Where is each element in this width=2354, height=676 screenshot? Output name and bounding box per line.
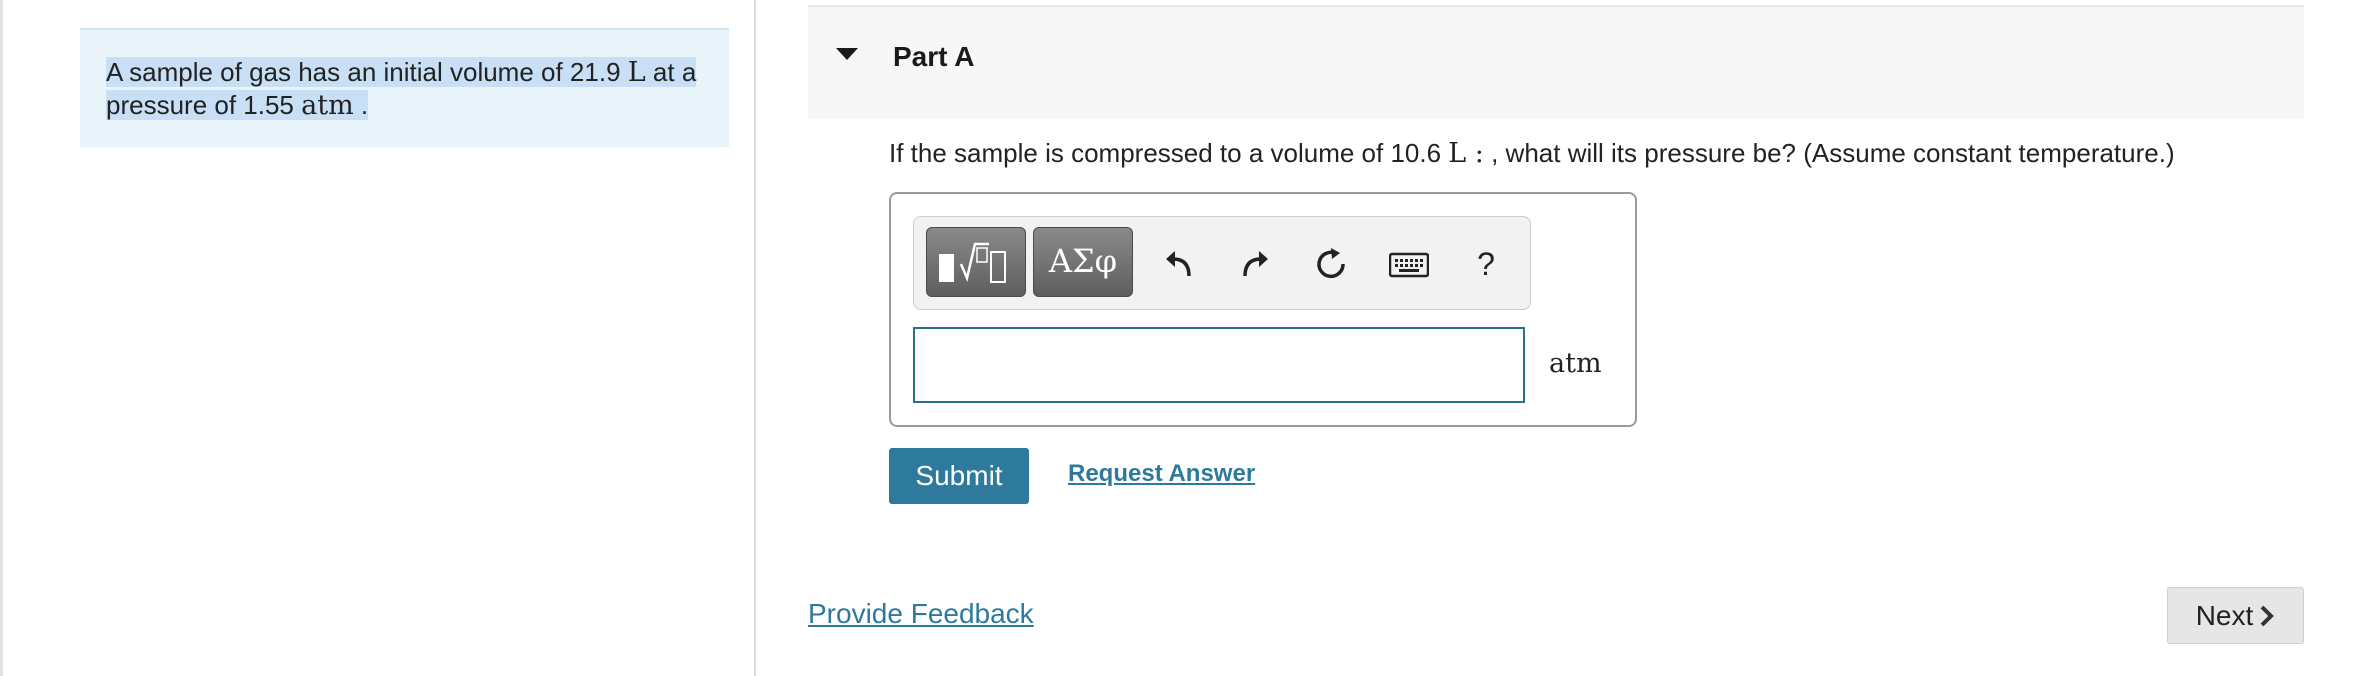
- reset-icon-svg: [1317, 248, 1345, 279]
- redo-icon-svg: [1243, 251, 1268, 277]
- next-button[interactable]: Next: [2167, 587, 2304, 644]
- column-divider: [754, 0, 756, 676]
- provide-feedback-link[interactable]: Provide Feedback: [808, 598, 1034, 630]
- question-unit: L :: [1448, 138, 1484, 169]
- intro-text-part: A sample of gas has an initial volume of…: [106, 57, 628, 87]
- intro-text: A sample of gas has an initial volume of…: [106, 57, 697, 121]
- keyboard-icon[interactable]: [1384, 239, 1434, 289]
- templates-button[interactable]: [926, 227, 1026, 297]
- undo-icon[interactable]: [1154, 239, 1204, 289]
- part-a-header[interactable]: Part A: [808, 5, 2304, 119]
- pressure-unit: atm: [301, 90, 354, 121]
- help-button[interactable]: ?: [1461, 239, 1511, 289]
- volume-unit: L: [627, 57, 646, 88]
- question-part: If the sample is compressed to a volume …: [889, 138, 1449, 168]
- problem-intro: A sample of gas has an initial volume of…: [80, 28, 729, 147]
- question-text: If the sample is compressed to a volume …: [889, 138, 2175, 169]
- intro-text-end: .: [353, 90, 369, 120]
- answer-box: ΑΣφ ? atm: [889, 192, 1637, 427]
- symbols-button[interactable]: ΑΣφ: [1033, 227, 1133, 297]
- part-title: Part A: [893, 41, 975, 72]
- undo-icon-svg: [1166, 251, 1191, 277]
- collapse-caret-icon[interactable]: [836, 48, 858, 60]
- reset-icon[interactable]: [1307, 239, 1357, 289]
- redo-icon[interactable]: [1230, 239, 1280, 289]
- submit-button[interactable]: Submit: [889, 448, 1029, 504]
- request-answer-link[interactable]: Request Answer: [1068, 460, 1255, 488]
- answer-input[interactable]: [913, 327, 1525, 403]
- math-toolbar: ΑΣφ ?: [913, 216, 1531, 310]
- page: A sample of gas has an initial volume of…: [0, 0, 2354, 676]
- answer-unit: atm: [1549, 348, 1602, 379]
- left-border: [0, 0, 3, 676]
- chevron-right-icon: [2260, 605, 2275, 626]
- next-label: Next: [2195, 599, 2254, 631]
- question-part: , what will its pressure be? (Assume con…: [1483, 138, 2175, 168]
- keyboard-icon-svg: [1389, 252, 1429, 278]
- templates-icon: [939, 242, 1006, 283]
